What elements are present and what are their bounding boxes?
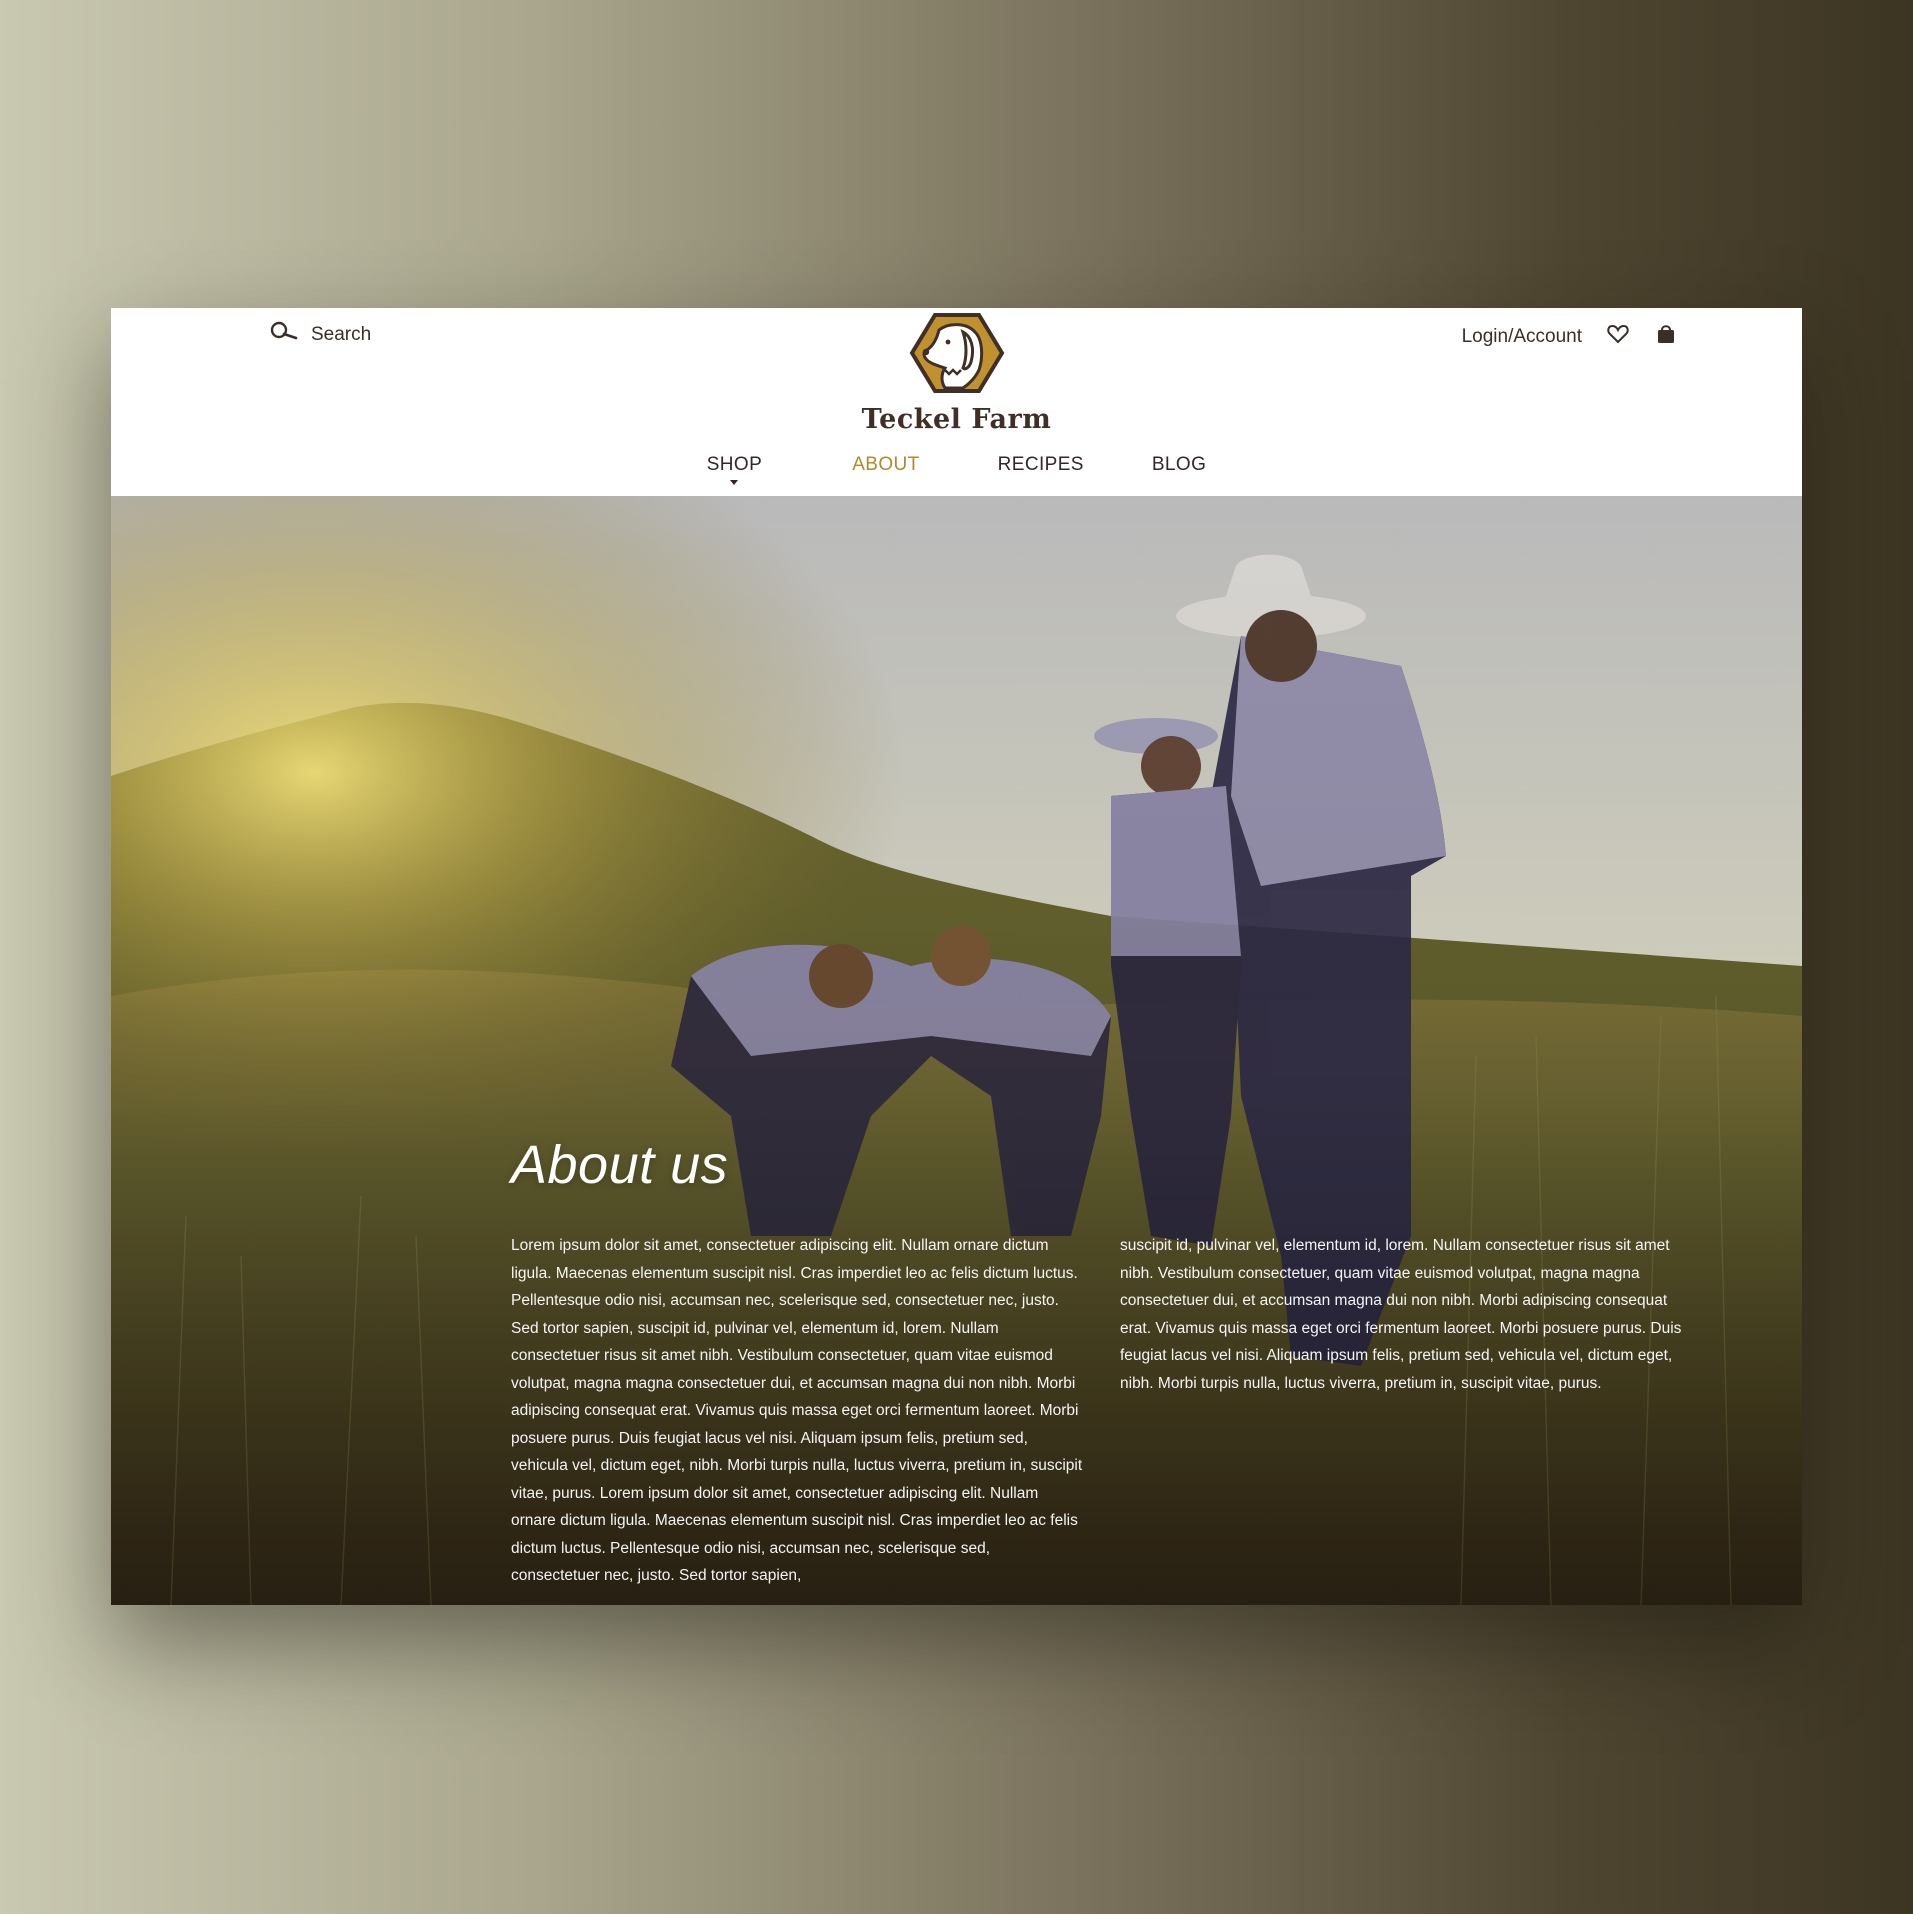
account-tools: Login/Account: [1462, 322, 1678, 352]
site-header: Search Teckel Farm Login/Account SHOP AB…: [111, 308, 1802, 496]
about-hero: About us Lorem ipsum dolor sit amet, con…: [111, 496, 1802, 1605]
about-text-column-1: Lorem ipsum dolor sit amet, consectetuer…: [511, 1237, 1083, 1584]
nav-item-shop[interactable]: SHOP: [706, 454, 763, 485]
brand-logo-link[interactable]: Teckel Farm: [827, 312, 1087, 435]
nav-item-about[interactable]: ABOUT: [852, 454, 919, 476]
nav-item-recipes[interactable]: RECIPES: [998, 454, 1084, 476]
wishlist-button[interactable]: [1606, 322, 1630, 352]
cart-button[interactable]: [1654, 322, 1678, 352]
nav-label: ABOUT: [852, 454, 920, 475]
nav-label: RECIPES: [997, 454, 1084, 475]
chevron-down-icon: [730, 480, 739, 485]
nav-label: BLOG: [1151, 454, 1207, 475]
search-label: Search: [311, 324, 372, 345]
main-navigation: SHOP ABOUT RECIPES BLOG: [111, 454, 1802, 485]
nav-item-blog[interactable]: BLOG: [1152, 454, 1206, 476]
heart-icon: [1606, 322, 1630, 352]
search-icon: [269, 320, 299, 350]
website-frame: Search Teckel Farm Login/Account SHOP AB…: [111, 308, 1802, 1605]
shopping-bag-icon: [1654, 322, 1678, 352]
page-title: About us: [511, 1135, 729, 1195]
brand-name: Teckel Farm: [861, 404, 1052, 435]
nav-label: SHOP: [706, 454, 763, 475]
about-text-column-2: suscipit id, pulvinar vel, elementum id,…: [1120, 1237, 1682, 1392]
login-account-link[interactable]: Login/Account: [1462, 326, 1582, 348]
dog-hexagon-logo: [827, 312, 1087, 394]
search-button[interactable]: Search: [269, 320, 371, 350]
